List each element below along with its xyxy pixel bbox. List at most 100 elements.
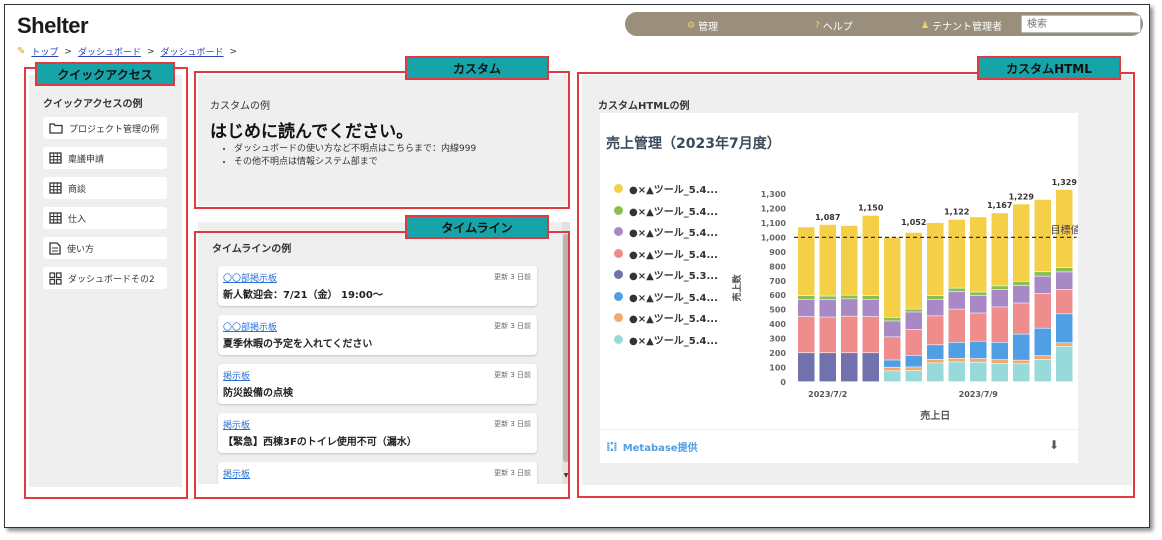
timeline-item[interactable]: 掲示板 更新 3 日前 【緊急】西棟3Fのトイレ使用不可（漏水） xyxy=(218,413,537,453)
quick-access-project[interactable]: プロジェクト管理の例 xyxy=(43,117,167,139)
bar-segment xyxy=(1056,314,1073,343)
document-icon xyxy=(49,241,61,255)
bar-segment xyxy=(927,363,944,382)
download-icon[interactable]: ⬇ xyxy=(1049,438,1059,452)
table-icon xyxy=(49,152,62,164)
nav-admin-label: 管理 xyxy=(698,22,719,33)
nav-tenant-admin[interactable]: ♟ テナント管理者 xyxy=(921,18,1002,34)
timeline-source-link[interactable]: 掲示板 xyxy=(223,418,250,431)
breadcrumb-dashboard-current[interactable]: ダッシュボード xyxy=(161,45,224,58)
timeline-item[interactable]: 〇〇部掲示板 更新 3 日前 新人歓迎会：7/21（金） 19:00～ xyxy=(218,266,537,306)
bar-segment xyxy=(927,295,944,299)
quick-access-ringi[interactable]: 稟議申請 xyxy=(43,147,167,169)
bar-total-label: 1,052 xyxy=(901,218,926,227)
timeline-item[interactable]: 掲示板 更新 3 日前 防災設備の点検 xyxy=(218,364,537,404)
timeline-item[interactable]: 掲示板 更新 3 日前 xyxy=(218,462,537,484)
bar-segment xyxy=(841,295,858,299)
bar-segment xyxy=(905,232,922,309)
y-tick-label: 1,000 xyxy=(761,233,787,242)
timeline-item[interactable]: 〇〇部掲示板 更新 3 日前 夏季休暇の予定を入れてください xyxy=(218,315,537,355)
bar-segment xyxy=(819,224,836,296)
user-icon: ♟ xyxy=(921,20,930,31)
x-tick-label: 2023/7/2 xyxy=(808,390,847,399)
bar-segment xyxy=(927,316,944,345)
bar-segment xyxy=(1013,303,1030,334)
quick-access-howto[interactable]: 使い方 xyxy=(43,237,167,259)
bar-segment xyxy=(948,292,965,309)
bar-segment xyxy=(905,370,922,382)
custom-html-title: カスタムHTMLの例 xyxy=(598,101,690,112)
bar-segment xyxy=(1034,276,1051,294)
y-tick-label: 300 xyxy=(769,335,786,344)
bar-segment xyxy=(1034,328,1051,356)
app-logo[interactable]: Shelter xyxy=(17,13,89,39)
bar-segment xyxy=(1013,364,1030,382)
quick-access-deals[interactable]: 商談 xyxy=(43,177,167,199)
custom-panel: カスタムの例 はじめに読んでください。 ダッシュボードの使い方など不明点はこちら… xyxy=(198,75,570,206)
timeline-source-link[interactable]: 掲示板 xyxy=(223,369,250,382)
bar-segment xyxy=(927,299,944,316)
bar-segment xyxy=(991,363,1008,382)
bar-segment xyxy=(862,316,879,353)
bar-segment xyxy=(1034,272,1051,276)
quick-access-purchase[interactable]: 仕入 xyxy=(43,207,167,229)
nav-help[interactable]: ? ヘルプ xyxy=(815,18,853,34)
nav-admin[interactable]: ⚙ 管理 xyxy=(687,18,719,34)
bar-segment xyxy=(862,295,879,299)
timeline-updated: 更新 3 日前 xyxy=(494,273,531,281)
scroll-down-icon[interactable]: ▼ xyxy=(562,472,570,479)
breadcrumb-top[interactable]: トップ xyxy=(31,45,58,58)
bar-segment xyxy=(841,353,858,382)
y-tick-label: 0 xyxy=(780,378,786,387)
bar-segment xyxy=(841,299,858,316)
bar-segment xyxy=(970,313,987,341)
bar-segment xyxy=(1056,267,1073,272)
bar-segment xyxy=(884,317,901,321)
bar-segment xyxy=(1013,204,1030,282)
quick-access-dashboard2[interactable]: ダッシュボードその2 xyxy=(43,267,167,289)
bar-segment xyxy=(819,317,836,353)
bar-segment xyxy=(970,295,987,313)
timeline-scrollbar[interactable]: ▼ xyxy=(562,222,570,484)
bar-total-label: 1,167 xyxy=(987,201,1012,210)
bar-segment xyxy=(905,329,922,356)
metabase-credit[interactable]: ⁞⁚⁞ Metabase提供 xyxy=(606,439,698,455)
search-input[interactable] xyxy=(1021,15,1141,33)
timeline-body: 【緊急】西棟3Fのトイレ使用不可（漏水） xyxy=(223,437,417,448)
timeline-panel: タイムラインの例 〇〇部掲示板 更新 3 日前 新人歓迎会：7/21（金） 19… xyxy=(198,222,570,484)
bar-segment xyxy=(1013,360,1030,364)
custom-bullets: ダッシュボードの使い方など不明点はこちらまで：内線999 その他不明点は情報シス… xyxy=(234,143,476,169)
bar-segment xyxy=(862,215,879,296)
bar-segment xyxy=(862,299,879,317)
folder-icon xyxy=(49,123,63,134)
bar-segment xyxy=(970,292,987,296)
bar-total-label: 1,329 xyxy=(1052,178,1078,187)
breadcrumb-dashboard[interactable]: ダッシュボード xyxy=(78,45,141,58)
quick-access-title: クイックアクセスの例 xyxy=(43,99,143,110)
y-axis-label: 売上数 xyxy=(731,274,743,302)
custom-tag: カスタム xyxy=(405,56,549,80)
breadcrumb: ✎ トップ > ダッシュボード > ダッシュボード > xyxy=(17,45,238,58)
bar-segment xyxy=(905,312,922,330)
custom-html-tag: カスタムHTML xyxy=(977,56,1121,80)
bar-segment xyxy=(970,358,987,362)
table-icon xyxy=(49,212,62,224)
bar-segment xyxy=(905,355,922,367)
timeline-source-link[interactable]: 掲示板 xyxy=(223,467,250,480)
bar-segment xyxy=(884,337,901,360)
bar-segment xyxy=(1013,334,1030,360)
bar-segment xyxy=(1034,359,1051,382)
scrollbar-thumb[interactable] xyxy=(563,234,569,462)
bar-segment xyxy=(991,286,1008,290)
bar-segment xyxy=(948,288,965,292)
timeline-body: 新人歓迎会：7/21（金） 19:00～ xyxy=(223,290,383,301)
timeline-source-link[interactable]: 〇〇部掲示板 xyxy=(223,271,277,284)
timeline-updated: 更新 3 日前 xyxy=(494,469,531,477)
timeline-source-link[interactable]: 〇〇部掲示板 xyxy=(223,320,277,333)
bar-segment xyxy=(927,222,944,296)
bar-segment xyxy=(991,289,1008,307)
bar-segment xyxy=(884,371,901,382)
bar-segment xyxy=(798,299,815,317)
timeline-body: 防災設備の点検 xyxy=(223,388,293,399)
bar-segment xyxy=(819,300,836,317)
